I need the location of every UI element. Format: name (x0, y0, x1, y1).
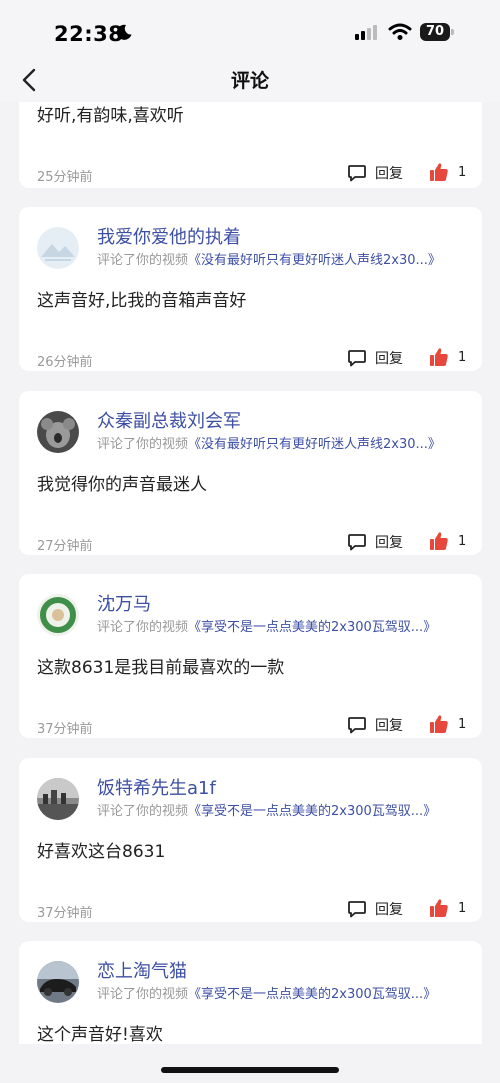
comment-card: 好听,有韵味,喜欢听 25分钟前 回复 1 (19, 102, 482, 188)
like-count: 1 (458, 533, 467, 549)
comment-time: 37分钟前 (37, 722, 93, 737)
comment-action: 评论了你的视频 (97, 620, 189, 635)
video-link[interactable]: 《没有最好听只有更好听迷人声线2x30...》 (188, 437, 441, 452)
comment-context: 评论了你的视频《没有最好听只有更好听迷人声线2x30...》 (97, 249, 441, 268)
thumbs-up-icon (430, 163, 448, 181)
comment-content: 我觉得你的声音最迷人 (37, 475, 207, 495)
comment-content: 好喜欢这台8631 (37, 842, 166, 862)
thumbs-up-icon (430, 899, 448, 917)
comment-card: 饭特希先生a1f 评论了你的视频《享受不是一点点美美的2x300瓦驾驭...》 … (19, 758, 482, 922)
like-count: 1 (458, 716, 467, 732)
reply-button[interactable]: 回复 (347, 347, 403, 369)
status-time: 22:38 (54, 22, 124, 46)
comment-action: 评论了你的视频 (97, 253, 189, 268)
reply-label: 回复 (375, 535, 403, 551)
comment-context: 评论了你的视频《享受不是一点点美美的2x300瓦驾驭...》 (97, 800, 436, 819)
thumbs-up-icon (430, 715, 448, 733)
like-button[interactable]: 1 (429, 346, 466, 368)
chat-bubble-icon (348, 350, 366, 367)
chat-bubble-icon (348, 534, 366, 551)
comment-content: 好听,有韵味,喜欢听 (37, 106, 184, 126)
username[interactable]: 我爱你爱他的执着 (97, 223, 241, 249)
video-link[interactable]: 《享受不是一点点美美的2x300瓦驾驭...》 (188, 804, 436, 819)
reply-button[interactable]: 回复 (347, 531, 403, 553)
comment-content: 这个声音好!喜欢 (37, 1025, 163, 1044)
comment-card: 恋上淘气猫 评论了你的视频《享受不是一点点美美的2x300瓦驾驭...》 这个声… (19, 941, 482, 1044)
like-count: 1 (458, 900, 467, 916)
reply-label: 回复 (375, 166, 403, 182)
avatar[interactable] (37, 961, 79, 1003)
comment-content: 这声音好,比我的音箱声音好 (37, 291, 247, 311)
thumbs-up-icon (430, 532, 448, 550)
thumbs-up-icon (430, 348, 448, 366)
cellular-signal-icon (355, 25, 377, 40)
video-link[interactable]: 《享受不是一点点美美的2x300瓦驾驭...》 (188, 620, 436, 635)
battery-cap (451, 29, 454, 35)
battery-indicator: 70 (420, 23, 450, 41)
comment-context: 评论了你的视频《享受不是一点点美美的2x300瓦驾驭...》 (97, 616, 436, 635)
video-link[interactable]: 《没有最好听只有更好听迷人声线2x30...》 (188, 253, 441, 268)
chat-bubble-icon (348, 165, 366, 182)
comment-action: 评论了你的视频 (97, 437, 189, 452)
reply-label: 回复 (375, 902, 403, 918)
navigation-bar: 评论 (0, 62, 500, 102)
chat-bubble-icon (348, 717, 366, 734)
home-indicator[interactable] (161, 1067, 339, 1073)
avatar[interactable] (37, 594, 79, 636)
comment-action: 评论了你的视频 (97, 987, 189, 1002)
comment-card: 沈万马 评论了你的视频《享受不是一点点美美的2x300瓦驾驭...》 这款863… (19, 574, 482, 738)
moon-icon (116, 24, 132, 40)
like-button[interactable]: 1 (429, 161, 466, 183)
page-title: 评论 (230, 70, 269, 92)
username[interactable]: 众秦副总裁刘会军 (97, 407, 241, 433)
comment-card: 众秦副总裁刘会军 评论了你的视频《没有最好听只有更好听迷人声线2x30...》 … (19, 391, 482, 555)
reply-button[interactable]: 回复 (347, 162, 403, 184)
status-bar: 22:38 70 (0, 0, 500, 62)
comment-time: 26分钟前 (37, 355, 93, 370)
comment-action: 评论了你的视频 (97, 804, 189, 819)
avatar[interactable] (37, 411, 79, 453)
video-link[interactable]: 《享受不是一点点美美的2x300瓦驾驭...》 (188, 987, 436, 1002)
comment-card: 我爱你爱他的执着 评论了你的视频《没有最好听只有更好听迷人声线2x30...》 … (19, 207, 482, 371)
avatar[interactable] (37, 227, 79, 269)
wifi-icon (388, 23, 412, 40)
like-button[interactable]: 1 (429, 530, 466, 552)
like-count: 1 (458, 349, 467, 365)
comment-time: 37分钟前 (37, 906, 93, 921)
username[interactable]: 恋上淘气猫 (97, 957, 187, 983)
chat-bubble-icon (348, 901, 366, 918)
comment-list[interactable]: 好听,有韵味,喜欢听 25分钟前 回复 1 我爱你爱他的执着 评论了你的视频《没… (0, 102, 500, 1044)
username[interactable]: 饭特希先生a1f (97, 774, 216, 800)
like-button[interactable]: 1 (429, 897, 466, 919)
comment-time: 27分钟前 (37, 539, 93, 554)
comment-context: 评论了你的视频《享受不是一点点美美的2x300瓦驾驭...》 (97, 983, 436, 1002)
reply-button[interactable]: 回复 (347, 898, 403, 920)
like-button[interactable]: 1 (429, 713, 466, 735)
like-count: 1 (458, 164, 467, 180)
reply-label: 回复 (375, 351, 403, 367)
avatar[interactable] (37, 778, 79, 820)
comment-time: 25分钟前 (37, 170, 93, 185)
reply-label: 回复 (375, 718, 403, 734)
reply-button[interactable]: 回复 (347, 714, 403, 736)
username[interactable]: 沈万马 (97, 590, 151, 616)
comment-context: 评论了你的视频《没有最好听只有更好听迷人声线2x30...》 (97, 433, 441, 452)
comment-content: 这款8631是我目前最喜欢的一款 (37, 658, 285, 678)
